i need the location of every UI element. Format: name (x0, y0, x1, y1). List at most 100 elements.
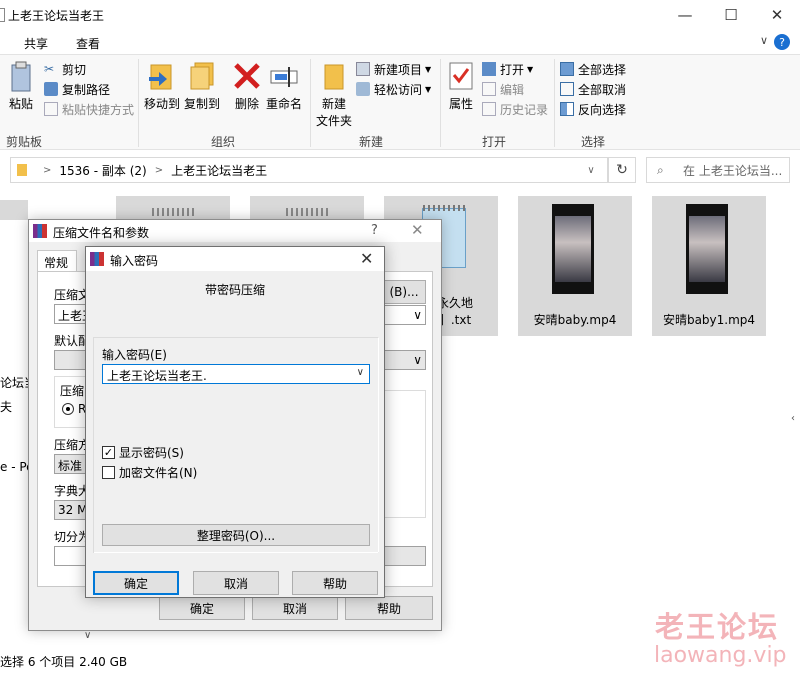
search-icon: ⌕ (657, 162, 664, 177)
new-group-label: 新建 (359, 135, 384, 149)
scroll-down-arrow-icon[interactable]: ∨ (84, 630, 91, 641)
new-folder-icon (319, 61, 349, 91)
archive-name-dropdown[interactable]: ∨ (382, 305, 426, 325)
address-bar[interactable]: > 1536 - 副本 (2) > 上老王论坛当老王 (10, 157, 608, 183)
copy-to-button[interactable]: 复制到 (184, 61, 220, 112)
paste-label: 粘贴 (8, 97, 33, 111)
help-button[interactable]: 帮助 (292, 571, 378, 595)
history-label: 历史记录 (500, 102, 549, 117)
edit-label: 编辑 (500, 82, 525, 97)
title-bar: 上老王论坛当老王 — ☐ ✕ (0, 0, 800, 30)
checkbox-unchecked-icon (102, 466, 115, 479)
clipboard-group-label: 剪贴板 (6, 135, 43, 149)
maximize-button[interactable]: ☐ (708, 0, 754, 30)
copy-path-button[interactable]: 复制路径 (44, 80, 110, 98)
new-item-label: 新建项目 (374, 62, 423, 77)
close-icon[interactable]: ✕ (411, 221, 424, 239)
history-button[interactable]: 历史记录 (482, 100, 548, 118)
file-name: 安晴baby.mp4 (533, 313, 617, 327)
tab-share[interactable]: 共享 (24, 35, 48, 52)
show-password-checkbox[interactable]: ✓ 显示密码(S) (102, 444, 184, 461)
show-password-label: 显示密码(S) (119, 446, 184, 460)
select-group-label: 选择 (581, 135, 606, 149)
paste-shortcut-button[interactable]: 粘贴快捷方式 (44, 100, 134, 118)
ribbon-separator (310, 59, 311, 147)
file-tile[interactable]: 安晴baby1.mp4 (652, 196, 766, 336)
status-text: 选择 6 个项目 2.40 GB (0, 655, 128, 669)
encrypt-names-checkbox[interactable]: 加密文件名(N) (102, 464, 197, 481)
help-icon[interactable]: ? (774, 34, 790, 50)
easy-access-label: 轻松访问 (374, 82, 423, 97)
breadcrumb-item[interactable]: 1536 - 副本 (2) (59, 162, 146, 179)
checkbox-checked-icon: ✓ (102, 446, 115, 459)
profile-dropdown[interactable]: ∨ (382, 350, 426, 370)
delete-x-icon (232, 61, 262, 91)
tab-view[interactable]: 查看 (76, 35, 100, 52)
dialog-title-bar: 压缩文件名和参数 ? ✕ (29, 220, 441, 242)
dialog-title: 输入密码 (110, 254, 159, 268)
easy-access-button[interactable]: 轻松访问 ▼ (356, 80, 431, 98)
rename-button[interactable]: 重命名 (266, 61, 302, 112)
refresh-icon[interactable]: ↻ (608, 157, 636, 183)
move-to-icon (147, 61, 177, 91)
file-tile[interactable]: 安晴baby.mp4 (518, 196, 632, 336)
delete-label: 删除 (234, 97, 259, 111)
watermark-url: laowang.vip (654, 643, 787, 668)
tab-general[interactable]: 常规 (37, 250, 77, 272)
scroll-right-arrow-icon[interactable]: ‹ (786, 406, 800, 430)
address-dropdown-icon[interactable]: ∨ (578, 157, 604, 183)
browse-button[interactable]: (B)... (382, 280, 426, 304)
delete-button[interactable]: 删除 (232, 61, 262, 112)
rename-label: 重命名 (266, 97, 303, 111)
edit-button[interactable]: 编辑 (482, 80, 524, 98)
winrar-icon (33, 224, 47, 238)
close-button[interactable]: ✕ (754, 0, 800, 30)
new-item-button[interactable]: 新建项目 ▼ (356, 60, 431, 78)
ok-button[interactable]: 确定 (93, 571, 179, 595)
new-folder-button[interactable]: 新建 文件夹 (316, 61, 352, 129)
nav-item[interactable]: 夫 (0, 398, 12, 415)
organize-group-label: 组织 (211, 135, 236, 149)
ribbon-tabs: 共享 查看 ∨ ? (0, 30, 800, 54)
ok-button[interactable]: 确定 (159, 596, 245, 620)
address-row: > 1536 - 副本 (2) > 上老王论坛当老王 ∨ ↻ ⌕ 在 上老王论坛… (0, 150, 800, 190)
select-none-button[interactable]: 全部取消 (560, 80, 626, 98)
invert-selection-button[interactable]: 反向选择 (560, 100, 626, 118)
properties-button[interactable]: 属性 (446, 61, 476, 112)
cancel-button[interactable]: 取消 (193, 571, 279, 595)
chevron-down-icon[interactable]: ∨ (357, 367, 364, 378)
watermark: 老王论坛 (655, 610, 780, 644)
notebook-icon (286, 208, 330, 216)
clipboard-icon (6, 61, 36, 92)
open-button[interactable]: 打开 ▼ (482, 60, 533, 78)
chevron-right-icon: > (154, 164, 164, 176)
password-input[interactable]: 上老王论坛当老王. ∨ (102, 364, 370, 384)
breadcrumb-item[interactable]: 上老王论坛当老王 (171, 162, 267, 179)
ribbon-separator (554, 59, 555, 147)
close-icon[interactable]: ✕ (360, 249, 373, 268)
help-icon[interactable]: ? (371, 223, 378, 238)
open-icon (482, 62, 496, 76)
properties-label: 属性 (448, 97, 473, 111)
ribbon-separator (440, 59, 441, 147)
invert-selection-icon (560, 102, 574, 116)
file-name: 安晴baby1.mp4 (662, 313, 756, 327)
minimize-button[interactable]: — (662, 0, 708, 30)
folder-icon (17, 164, 27, 176)
move-to-button[interactable]: 移动到 (144, 61, 180, 112)
paste-shortcut-label: 粘贴快捷方式 (62, 102, 135, 117)
search-box[interactable]: ⌕ 在 上老王论坛当... (646, 157, 790, 183)
select-all-button[interactable]: 全部选择 (560, 60, 626, 78)
nav-selected-item[interactable] (0, 200, 28, 220)
search-placeholder: 在 上老王论坛当... (683, 163, 783, 178)
organize-passwords-button[interactable]: 整理密码(O)... (102, 524, 370, 546)
paste-button[interactable]: 粘贴 (6, 61, 36, 112)
password-value: 上老王论坛当老王. (107, 369, 207, 383)
format-rar-radio[interactable] (62, 403, 74, 415)
ribbon-collapse-icon[interactable]: ∨ (760, 34, 768, 47)
cancel-button[interactable]: 取消 (252, 596, 338, 620)
help-button[interactable]: 帮助 (345, 596, 433, 620)
chevron-right-icon: > (43, 164, 52, 176)
split-unit-field[interactable] (382, 546, 426, 566)
cut-button[interactable]: ✂ 剪切 (44, 60, 86, 78)
